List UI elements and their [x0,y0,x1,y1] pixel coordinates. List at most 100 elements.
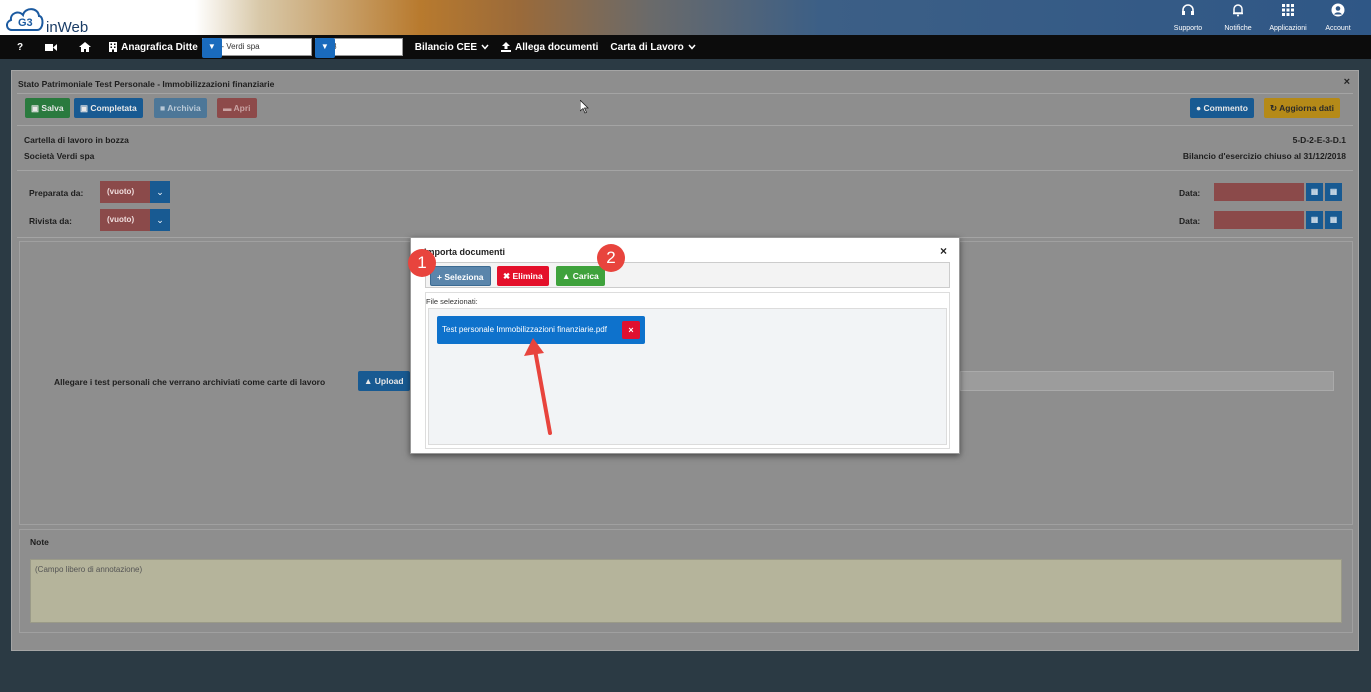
close-icon[interactable]: × [940,244,947,258]
modal-title: Importa documenti [424,247,506,257]
main-navbar: ? Anagrafica Ditte 003 - Verdi spa ▼ 201… [0,35,1371,59]
preparata-value: (vuoto) [100,181,150,203]
rivista-label: Rivista da: [29,216,72,226]
app-logo[interactable]: G3 inWeb [4,4,104,36]
preparata-label: Preparata da: [29,188,84,198]
preparata-date-field[interactable]: ▦ ▦ [1214,183,1342,201]
archivia-label: Archivia [167,103,201,113]
import-documents-modal: Importa documenti × + Seleziona ✖ Elimin… [410,237,960,454]
upload-icon [501,42,512,52]
upload-button[interactable]: ▲ Upload [358,371,410,391]
upload-file-field[interactable] [960,371,1334,391]
grid-icon [1263,3,1313,21]
commento-button[interactable]: ● Commento [1190,98,1254,118]
company-registry-link[interactable]: Anagrafica Ditte [109,42,198,53]
upload-label: Upload [374,376,404,386]
notes-textarea[interactable]: (Campo libero di annotazione) [30,559,1342,623]
divider [17,125,1353,126]
building-icon [109,42,118,52]
save-label: Salva [41,103,64,113]
annotation-arrow-icon [524,338,552,435]
rivista-select[interactable]: (vuoto) ⌄ [100,209,170,231]
completata-label: Completata [90,103,137,113]
carica-button[interactable]: ▲ Carica [556,266,605,286]
status-text: Cartella di lavoro in bozza [24,135,129,145]
elimina-button[interactable]: ✖ Elimina [497,266,549,286]
modal-body: File selezionati: Test personale Immobil… [425,292,950,449]
notifications-label: Notifiche [1224,25,1252,32]
calendar-today-icon[interactable]: ▦ [1325,211,1342,229]
chevron-down-icon[interactable]: ⌄ [150,209,170,231]
allega-documenti-link[interactable]: Allega documenti [501,42,598,53]
bilancio-cee-menu[interactable]: Bilancio CEE [415,42,489,53]
calendar-icon[interactable]: ▦ [1306,183,1323,201]
aggiorna-dati-label: Aggiorna dati [1279,103,1334,113]
remove-file-icon[interactable]: × [622,321,640,339]
support-button[interactable]: Supporto [1163,0,1213,35]
date-input[interactable] [1214,211,1304,229]
apri-button[interactable]: ▬ Apri [217,98,257,118]
company-name: Società Verdi spa [24,151,95,161]
carica-label: Carica [572,271,599,281]
company-registry-label: Anagrafica Ditte [121,41,198,53]
upload-instructions: Allegare i test personali che verrano ar… [54,377,326,387]
allega-documenti-label: Allega documenti [515,41,599,53]
step-badge-1: 1 [408,249,436,277]
company-select[interactable]: 003 - Verdi spa ▼ [201,38,312,58]
chevron-down-icon[interactable]: ▼ [314,38,335,58]
year-select[interactable]: 2018 ▼ [314,38,403,58]
notes-section: Note (Campo libero di annotazione) [19,529,1353,633]
svg-text:G3: G3 [18,17,33,29]
rivista-value: (vuoto) [100,209,150,231]
headset-icon [1163,3,1213,21]
carta-di-lavoro-label: Carta di Lavoro [610,41,684,53]
top-icon-group: Supporto Notifiche Applicazioni Account [1163,0,1363,35]
save-button[interactable]: ▣ Salva [25,98,70,118]
rivista-date-field[interactable]: ▦ ▦ [1214,211,1342,229]
data-label: Data: [1179,188,1201,198]
top-header: G3 inWeb Supporto Notifiche Applicazioni [0,0,1371,36]
calendar-icon[interactable]: ▦ [1306,211,1323,229]
help-button[interactable]: ? [17,42,23,53]
logo-text: inWeb [46,19,89,36]
apri-label: Apri [233,103,251,113]
cloud-logo-icon: G3 [6,8,44,31]
account-button[interactable]: Account [1313,0,1363,35]
selected-files-label: File selezionati: [426,297,478,306]
notes-title: Note [30,537,49,547]
user-circle-icon [1313,3,1363,21]
support-label: Supporto [1173,25,1203,32]
video-icon[interactable] [45,43,58,52]
chevron-down-icon [481,44,489,50]
chevron-down-icon [688,44,696,50]
home-icon[interactable] [79,42,92,52]
mouse-cursor-icon [580,100,589,114]
apps-label: Applicazioni [1269,25,1307,32]
selected-files-list: Test personale Immobilizzazioni finanzia… [428,308,947,445]
chevron-down-icon[interactable]: ▼ [201,38,222,58]
worksheet-code: 5-D-2-E-3-D.1 [1292,135,1346,145]
preparata-select[interactable]: (vuoto) ⌄ [100,181,170,203]
commento-label: Commento [1203,103,1248,113]
step-badge-2: 2 [597,244,625,272]
notifications-button[interactable]: Notifiche [1213,0,1263,35]
completata-button[interactable]: ▣ Completata [74,98,143,118]
apps-button[interactable]: Applicazioni [1263,0,1313,35]
seleziona-button[interactable]: + Seleziona [430,266,491,286]
bell-icon [1213,3,1263,21]
carta-di-lavoro-menu[interactable]: Carta di Lavoro [610,41,696,53]
bilancio-cee-label: Bilancio CEE [414,41,478,53]
chevron-down-icon[interactable]: ⌄ [150,181,170,203]
account-label: Account [1325,25,1351,32]
data-label: Data: [1179,216,1201,226]
aggiorna-dati-button[interactable]: ↻ Aggiorna dati [1264,98,1340,118]
archivia-button[interactable]: ■ Archivia [154,98,207,118]
elimina-label: Elimina [512,271,543,281]
seleziona-label: Seleziona [444,272,484,282]
divider [17,93,1353,94]
modal-toolbar: + Seleziona ✖ Elimina ▲ Carica [425,262,950,288]
calendar-today-icon[interactable]: ▦ [1325,183,1342,201]
close-icon[interactable]: × [1344,76,1350,88]
file-name: Test personale Immobilizzazioni finanzia… [442,325,607,334]
date-input[interactable] [1214,183,1304,201]
